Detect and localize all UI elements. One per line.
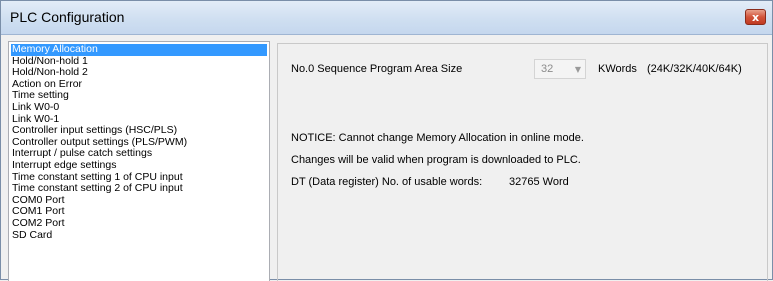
list-item[interactable]: SD Card <box>11 229 267 242</box>
list-item[interactable]: Memory Allocation <box>11 43 267 56</box>
list-item[interactable]: Controller input settings (HSC/PLS) <box>11 125 267 137</box>
window-title: PLC Configuration <box>10 9 125 25</box>
dt-usable-words-value: 32765 Word <box>509 176 569 188</box>
close-icon: x <box>751 10 760 24</box>
area-size-value: 32 <box>541 63 554 75</box>
dt-usable-words-label: DT (Data register) No. of usable words: <box>291 176 483 188</box>
area-size-unit: KWords <box>598 63 637 75</box>
list-item[interactable]: Time constant setting 2 of CPU input <box>11 183 267 195</box>
settings-category-list[interactable]: Memory Allocation Hold/Non-hold 1 Hold/Non… <box>8 41 270 281</box>
list-item[interactable]: Link W0-0 <box>11 101 267 114</box>
memory-allocation-panel: No.0 Sequence Program Area Size 32 ▼ KWo… <box>277 43 768 281</box>
plc-configuration-dialog: PLC Configuration x Memory Allocation Hol… <box>0 0 773 281</box>
download-changes-note: Changes will be valid when program is do… <box>291 154 581 166</box>
list-item[interactable]: COM2 Port <box>11 217 267 230</box>
category-items: Memory Allocation Hold/Non-hold 1 Hold/Non… <box>11 43 267 242</box>
area-size-dropdown[interactable]: 32 ▼ <box>534 59 586 79</box>
online-mode-notice: NOTICE: Cannot change Memory Allocation … <box>291 132 584 144</box>
title-bar[interactable]: PLC Configuration x <box>1 1 772 35</box>
chevron-down-icon: ▼ <box>574 65 581 74</box>
dialog-body: Memory Allocation Hold/Non-hold 1 Hold/Non… <box>8 41 768 281</box>
close-button[interactable]: x <box>745 9 766 25</box>
area-size-label: No.0 Sequence Program Area Size <box>291 63 463 75</box>
area-size-options-hint: (24K/32K/40K/64K) <box>647 63 742 75</box>
list-item[interactable]: Interrupt edge settings <box>11 159 267 172</box>
